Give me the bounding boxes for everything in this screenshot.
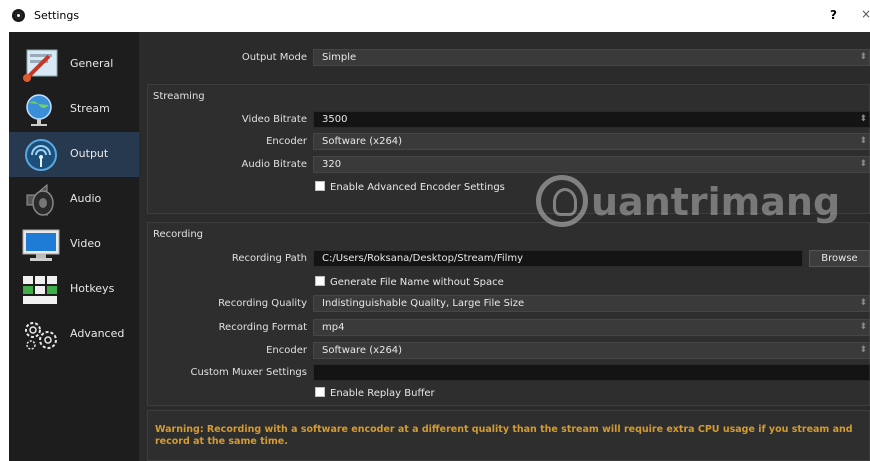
video-bitrate-label: Video Bitrate — [241, 114, 307, 125]
recording-encoder-label: Encoder — [266, 345, 307, 356]
video-bitrate-value: 3500 — [322, 114, 348, 125]
recording-encoder-value: Software (x264) — [322, 345, 403, 356]
recording-path-label: Recording Path — [231, 253, 307, 264]
sidebar-item-audio[interactable]: Audio — [9, 177, 139, 222]
sidebar-item-label: Audio — [70, 192, 102, 205]
streaming-group-title: Streaming — [153, 91, 205, 102]
recording-format-select[interactable]: mp4 — [313, 319, 870, 336]
no-space-checkbox[interactable]: Generate File Name without Space — [315, 276, 504, 288]
output-mode-label: Output Mode — [241, 52, 307, 63]
checkbox-box[interactable] — [315, 276, 325, 286]
warning-text: Warning: Recording with a software encod… — [155, 424, 853, 447]
output-mode-value: Simple — [322, 52, 357, 63]
recording-quality-select[interactable]: Indistinguishable Quality, Large File Si… — [313, 295, 870, 312]
sidebar-item-output[interactable]: Output — [9, 132, 139, 177]
checkbox-box[interactable] — [315, 387, 325, 397]
stream-encoder-select[interactable]: Software (x264) — [313, 133, 870, 150]
watermark-text: uantrimang — [591, 180, 841, 224]
help-button[interactable]: ? — [830, 8, 837, 22]
video-bitrate-input[interactable]: 3500 ⬍ — [313, 111, 870, 128]
sidebar-item-general[interactable]: General — [9, 42, 139, 87]
sidebar-item-label: Advanced — [70, 327, 125, 340]
recording-encoder-select[interactable]: Software (x264) — [313, 342, 870, 359]
gears-icon — [25, 322, 57, 350]
sidebar-item-label: Stream — [70, 102, 110, 115]
monitor-icon — [22, 229, 60, 261]
recording-quality-value: Indistinguishable Quality, Large File Si… — [322, 298, 525, 309]
recording-path-value: C:/Users/Roksana/Desktop/Stream/Filmy — [322, 253, 524, 264]
keyboard-icon — [23, 276, 57, 304]
sidebar-item-label: General — [70, 57, 114, 70]
output-mode-select[interactable]: Simple — [313, 49, 870, 66]
replay-buffer-label: Enable Replay Buffer — [330, 388, 435, 399]
spinner-arrows-icon[interactable]: ⬍ — [859, 113, 867, 126]
recording-format-label: Recording Format — [218, 322, 307, 333]
audio-bitrate-value: 320 — [322, 159, 342, 170]
globe-icon — [26, 94, 52, 126]
watermark: uantrimang — [536, 170, 840, 230]
checkbox-box[interactable] — [315, 181, 325, 191]
window-title: Settings — [34, 9, 80, 22]
custom-muxer-input[interactable] — [313, 364, 870, 381]
recording-group-title: Recording — [153, 229, 204, 240]
title-bar: Settings ? × — [0, 0, 870, 32]
sidebar-item-stream[interactable]: Stream — [9, 87, 139, 132]
replay-buffer-checkbox[interactable]: Enable Replay Buffer — [315, 387, 435, 399]
stream-encoder-value: Software (x264) — [322, 136, 403, 147]
custom-muxer-label: Custom Muxer Settings — [190, 367, 307, 378]
sidebar-item-video[interactable]: Video — [9, 222, 139, 267]
recording-quality-label: Recording Quality — [218, 298, 307, 309]
speaker-icon — [26, 183, 54, 217]
sidebar: General Stream Output Audio Video Hotkey… — [9, 32, 139, 461]
obs-logo-icon — [12, 9, 25, 22]
no-space-label: Generate File Name without Space — [330, 277, 504, 288]
advanced-encoder-label: Enable Advanced Encoder Settings — [330, 182, 505, 193]
sidebar-item-advanced[interactable]: Advanced — [9, 312, 139, 357]
recording-format-value: mp4 — [322, 322, 345, 333]
sidebar-item-hotkeys[interactable]: Hotkeys — [9, 267, 139, 312]
audio-bitrate-label: Audio Bitrate — [241, 159, 307, 170]
output-icon — [25, 139, 57, 171]
lightbulb-logo-icon — [536, 175, 588, 227]
recording-path-input[interactable]: C:/Users/Roksana/Desktop/Stream/Filmy — [313, 250, 803, 267]
advanced-encoder-checkbox[interactable]: Enable Advanced Encoder Settings — [315, 181, 505, 193]
stream-encoder-label: Encoder — [266, 136, 307, 147]
close-button[interactable]: × — [861, 7, 870, 21]
general-icon — [23, 49, 58, 82]
sidebar-item-label: Hotkeys — [70, 282, 115, 295]
sidebar-item-label: Video — [70, 237, 101, 250]
browse-button[interactable]: Browse — [809, 250, 870, 267]
sidebar-item-label: Output — [70, 147, 109, 160]
